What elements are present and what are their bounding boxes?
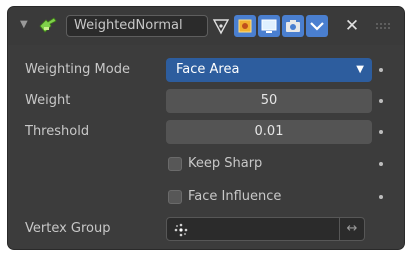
modifier-dropdown-button[interactable] (306, 15, 328, 37)
edit-mode-icon (212, 19, 230, 35)
realtime-button[interactable] (258, 15, 280, 37)
triangle-down-icon[interactable]: ▼ (20, 18, 32, 32)
chevron-down-icon (310, 22, 324, 31)
face-influence-label[interactable]: Face Influence (188, 185, 281, 209)
weighting-mode-label: Weighting Mode (25, 62, 130, 77)
vertex-group-field[interactable] (166, 217, 340, 241)
vertex-group-row: Vertex Group ↔ (8, 217, 404, 241)
modifier-name-field[interactable]: WeightedNormal (66, 15, 208, 37)
keyframe-dot-icon[interactable] (379, 162, 383, 166)
weighting-mode-dropdown[interactable]: Face Area ▼ (166, 58, 372, 82)
face-influence-checkbox[interactable] (168, 190, 182, 204)
chevron-down-icon: ▼ (356, 64, 364, 75)
cage-button[interactable] (234, 15, 256, 37)
render-button[interactable] (282, 15, 304, 37)
modifier-header: ▼ WeightedNormal ✕ (8, 7, 404, 45)
face-influence-row: Face Influence (8, 185, 404, 209)
render-icon (286, 20, 300, 32)
edit-mode-button[interactable] (210, 15, 232, 37)
invert-arrows-icon[interactable]: ↔ (340, 217, 365, 241)
keyframe-dot-icon[interactable] (379, 130, 383, 134)
keep-sharp-row: Keep Sharp (8, 152, 404, 176)
weighting-mode-value: Face Area (176, 62, 240, 77)
close-icon[interactable]: ✕ (342, 15, 362, 37)
threshold-label: Threshold (25, 124, 90, 139)
keep-sharp-checkbox[interactable] (168, 157, 182, 171)
modifier-panel: ▼ WeightedNormal ✕ Weighting Mode Face A… (7, 6, 405, 250)
keyframe-dot-icon[interactable] (379, 99, 383, 103)
threshold-field[interactable]: 0.01 (166, 120, 372, 144)
keep-sharp-label[interactable]: Keep Sharp (188, 152, 262, 176)
cage-icon (238, 19, 252, 33)
weight-label: Weight (25, 93, 71, 108)
drag-handle-icon[interactable] (375, 22, 391, 30)
weight-field[interactable]: 50 (166, 89, 372, 113)
threshold-row: Threshold 0.01 (8, 120, 404, 144)
weighted-normal-icon (39, 17, 57, 33)
keyframe-dot-icon[interactable] (379, 68, 383, 72)
vertex-group-label: Vertex Group (25, 221, 111, 236)
realtime-icon (261, 19, 277, 33)
weighting-mode-row: Weighting Mode Face Area ▼ (8, 58, 404, 82)
keyframe-dot-icon[interactable] (379, 195, 383, 199)
vertex-group-icon (174, 223, 188, 237)
weight-row: Weight 50 (8, 89, 404, 113)
